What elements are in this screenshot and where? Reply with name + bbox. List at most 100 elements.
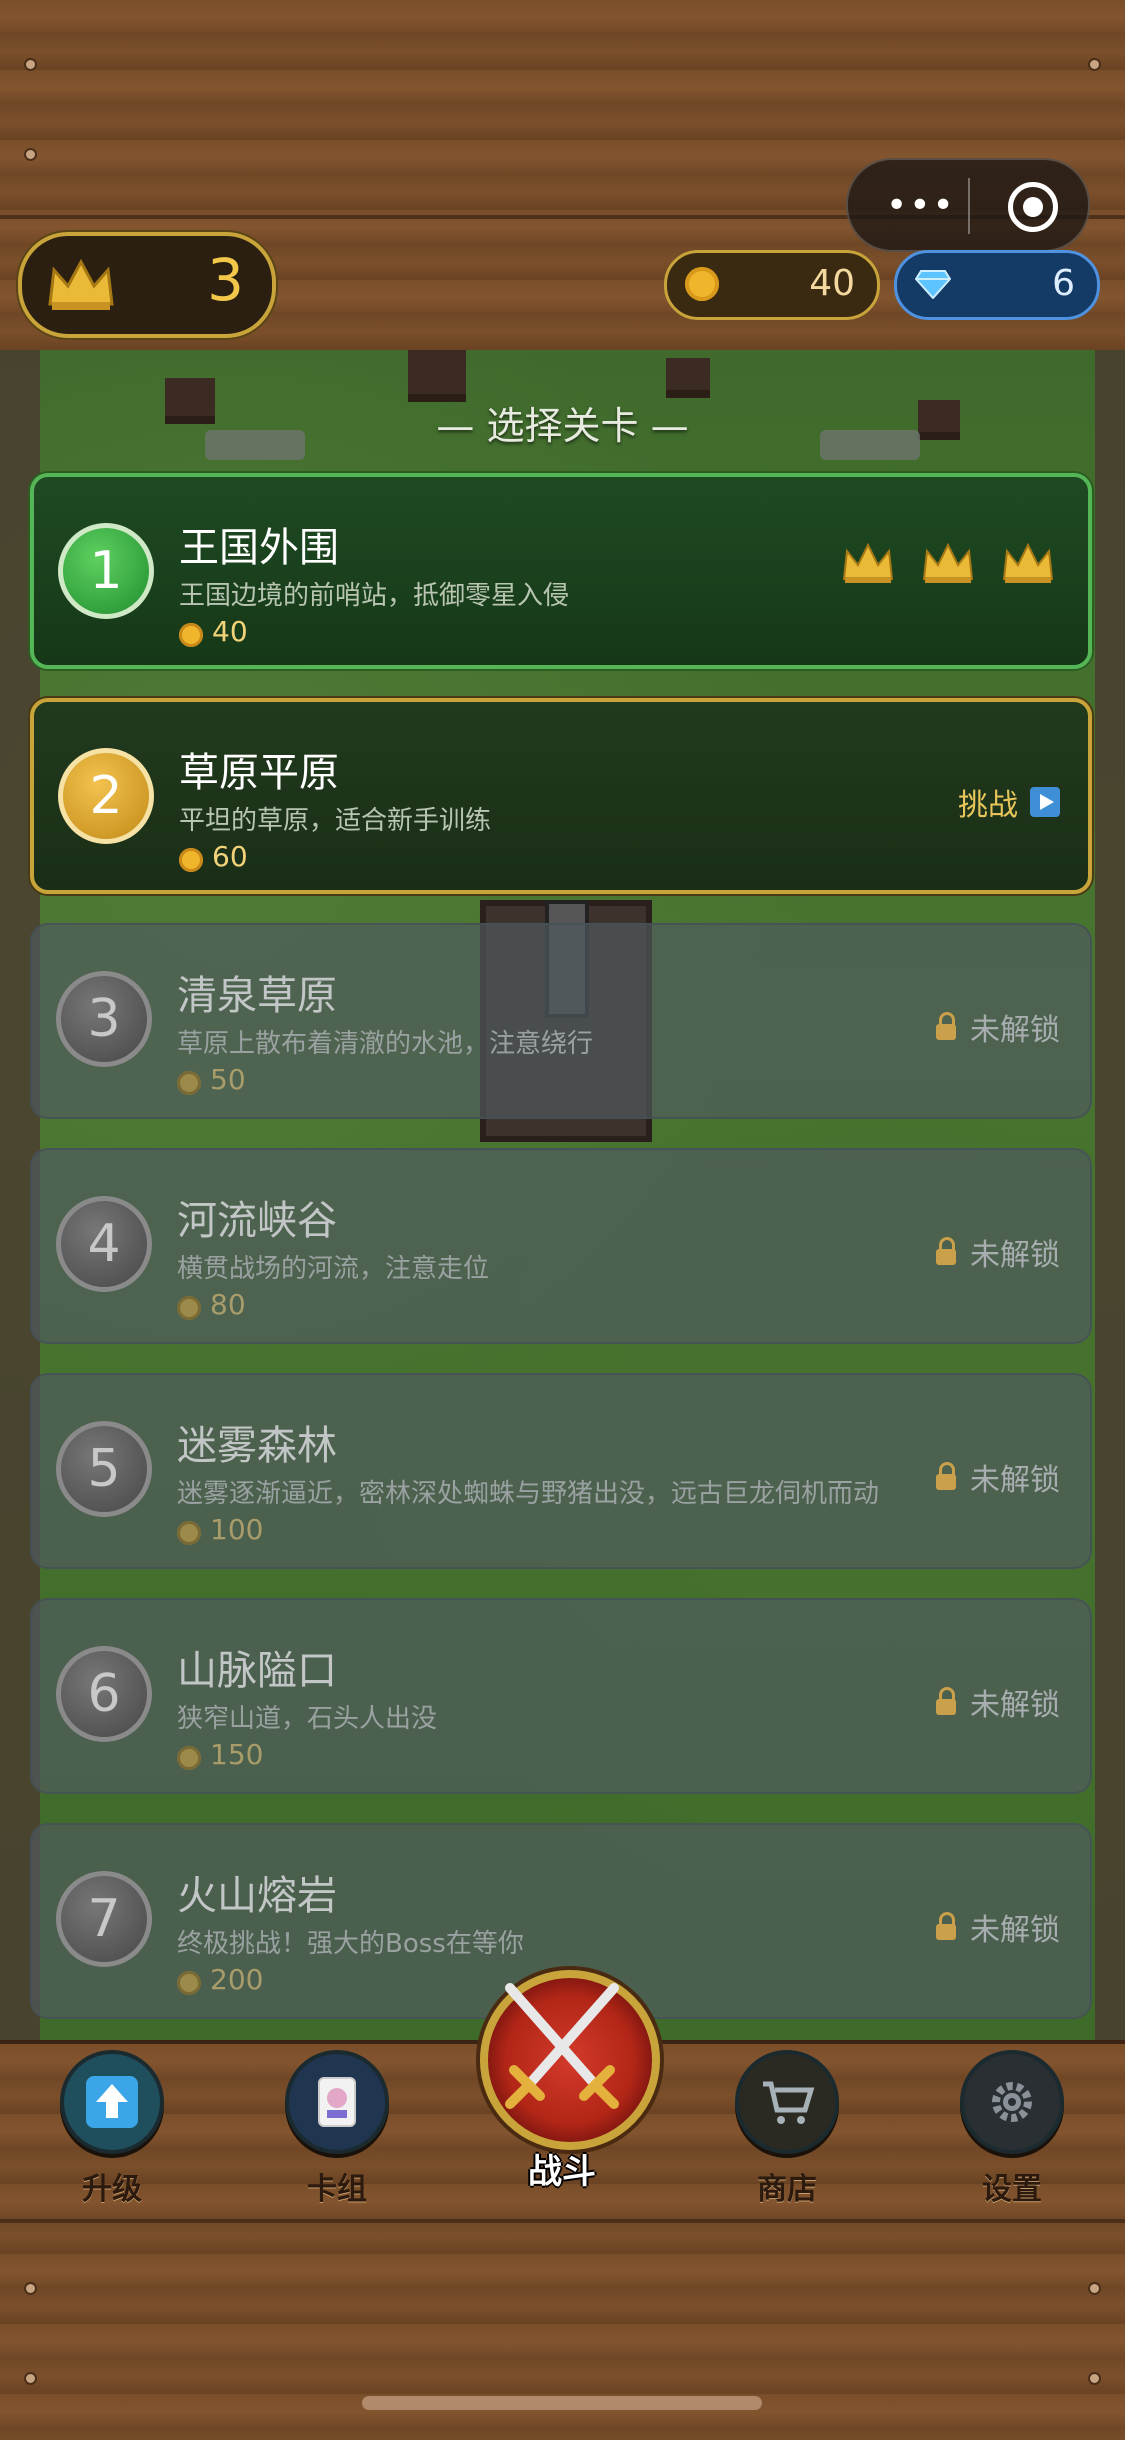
gem-amount: 6 <box>1052 263 1075 304</box>
coin-icon <box>685 267 719 301</box>
nail <box>26 2284 35 2293</box>
plank-divider <box>0 2219 1125 2223</box>
lock-icon <box>936 1912 956 1940</box>
diamond-icon <box>915 270 951 299</box>
crown-icon <box>1002 542 1054 587</box>
mini-program-capsule: ••• <box>846 158 1090 252</box>
level-card[interactable]: 1 王国外围王国边境的前哨站，抵御零星入侵 40 <box>30 473 1092 669</box>
level-name: 河流峡谷 <box>177 1198 337 1244</box>
section-title: — 选择关卡 — <box>436 404 689 448</box>
nav-deck[interactable]: 卡组 <box>267 2050 407 2208</box>
lock-status: 未解锁 <box>936 1455 1060 1499</box>
more-icon[interactable]: ••• <box>886 185 956 226</box>
nav-settings[interactable]: 设置 <box>942 2050 1082 2208</box>
level-name: 王国外围 <box>179 525 339 571</box>
crown-icon <box>48 258 114 310</box>
level-reward: 100 <box>210 1513 264 1546</box>
level-card[interactable]: 2 草原平原平坦的草原，适合新手训练 60 挑战 <box>30 698 1092 894</box>
lock-status: 未解锁 <box>936 1230 1060 1274</box>
lock-label: 未解锁 <box>970 1463 1060 1498</box>
level-description: 终极挑战！强大的Boss在等你 <box>177 1929 524 1959</box>
nail <box>1090 2284 1099 2293</box>
lock-icon <box>936 1462 956 1490</box>
close-target-icon[interactable] <box>1008 182 1058 232</box>
level-reward: 60 <box>212 840 248 873</box>
earned-crowns <box>842 542 1054 587</box>
lock-label: 未解锁 <box>970 1013 1060 1048</box>
play-icon <box>1030 787 1060 817</box>
level-reward: 80 <box>210 1288 246 1321</box>
level-number-badge: 5 <box>56 1421 152 1517</box>
crown-count: 3 <box>207 246 244 314</box>
level-name: 草原平原 <box>179 750 339 796</box>
nail <box>1090 60 1099 69</box>
coin-icon <box>179 623 203 647</box>
level-number-badge: 1 <box>58 523 154 619</box>
coin-icon <box>177 1521 201 1545</box>
level-number-badge: 4 <box>56 1196 152 1292</box>
nail <box>26 2374 35 2383</box>
level-reward: 200 <box>210 1963 264 1996</box>
coin-icon <box>179 848 203 872</box>
home-indicator <box>362 2396 762 2410</box>
nav-battle-label: 战斗 <box>528 2152 596 2192</box>
nav-upgrade-label: 升级 <box>82 2172 142 2207</box>
level-reward: 40 <box>212 615 248 648</box>
nav-shop-label: 商店 <box>757 2172 817 2207</box>
gold-amount: 40 <box>809 263 855 304</box>
level-number-badge: 2 <box>58 748 154 844</box>
lock-status: 未解锁 <box>936 1680 1060 1724</box>
level-description: 狭窄山道，石头人出没 <box>177 1704 438 1734</box>
level-card[interactable]: 5 迷雾森林迷雾逐渐逼近，密林深处蜘蛛与野猪出没，远古巨龙伺机而动 100 未解锁 <box>30 1373 1092 1569</box>
crown-icon <box>842 542 894 587</box>
lock-icon <box>936 1237 956 1265</box>
coin-icon <box>177 1746 201 1770</box>
nav-shop[interactable]: 商店 <box>717 2050 857 2208</box>
level-number-badge: 3 <box>56 971 152 1067</box>
coin-icon <box>177 1971 201 1995</box>
lock-label: 未解锁 <box>970 1688 1060 1723</box>
lock-status: 未解锁 <box>936 1905 1060 1949</box>
nail <box>1090 2374 1099 2383</box>
lock-label: 未解锁 <box>970 1238 1060 1273</box>
level-name: 山脉隘口 <box>177 1648 337 1694</box>
challenge-label: 挑战 <box>958 788 1018 823</box>
nav-upgrade[interactable]: 升级 <box>42 2050 182 2208</box>
lock-icon <box>936 1687 956 1715</box>
gear-icon <box>960 2050 1064 2154</box>
nav-deck-label: 卡组 <box>307 2172 367 2207</box>
coin-icon <box>177 1071 201 1095</box>
gem-counter[interactable]: 6 <box>894 250 1100 320</box>
level-description: 草原上散布着清澈的水池，注意绕行 <box>177 1029 594 1059</box>
cart-icon <box>735 2050 839 2154</box>
level-description: 平坦的草原，适合新手训练 <box>179 806 492 836</box>
level-card[interactable]: 4 河流峡谷 横贯战场的河流，注意走位 80 未解锁 <box>30 1148 1092 1344</box>
crown-icon <box>922 542 974 587</box>
level-description: 王国边境的前哨站，抵御零星入侵 <box>179 581 570 611</box>
coin-icon <box>177 1296 201 1320</box>
level-card[interactable]: 3 清泉草原草原上散布着清澈的水池，注意绕行 50 未解锁 <box>30 923 1092 1119</box>
lock-icon <box>936 1012 956 1040</box>
level-reward: 150 <box>210 1738 264 1771</box>
level-name: 火山熔岩 <box>177 1873 337 1919</box>
upgrade-icon <box>60 2050 164 2154</box>
level-number-badge: 6 <box>56 1646 152 1742</box>
level-description: 迷雾逐渐逼近，密林深处蜘蛛与野猪出没，远古巨龙伺机而动 <box>177 1479 880 1509</box>
level-reward: 50 <box>210 1063 246 1096</box>
crossed-swords-icon <box>505 1983 619 2109</box>
crate <box>666 358 710 398</box>
lock-status: 未解锁 <box>936 1005 1060 1049</box>
level-card[interactable]: 6 山脉隘口狭窄山道，石头人出没 150 未解锁 <box>30 1598 1092 1794</box>
capsule-divider <box>968 178 970 234</box>
battle-button[interactable] <box>480 1970 660 2150</box>
gold-counter[interactable]: 40 <box>664 250 880 320</box>
level-name: 迷雾森林 <box>177 1423 337 1469</box>
level-name: 清泉草原 <box>177 973 337 1019</box>
level-number-badge: 7 <box>56 1871 152 1967</box>
cards-icon <box>285 2050 389 2154</box>
crown-counter: 3 <box>18 232 276 338</box>
nav-settings-label: 设置 <box>982 2172 1042 2207</box>
nail <box>26 150 35 159</box>
challenge-button[interactable]: 挑战 <box>958 780 1060 824</box>
lock-label: 未解锁 <box>970 1913 1060 1948</box>
